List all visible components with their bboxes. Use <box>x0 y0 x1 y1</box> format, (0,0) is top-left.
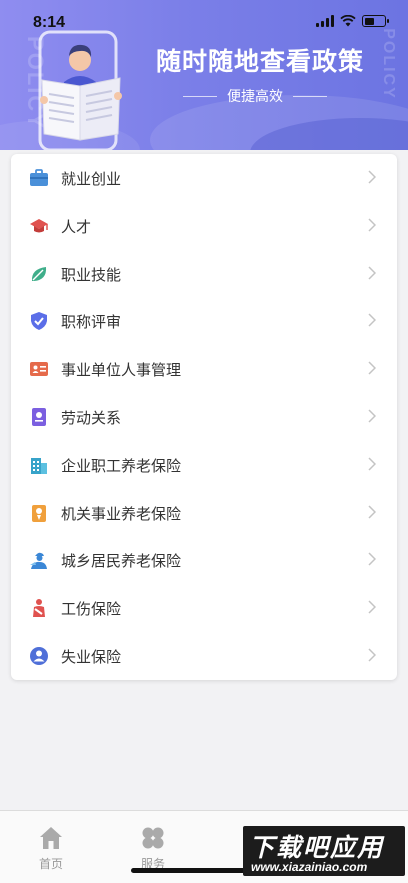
graduation-cap-icon <box>30 218 48 233</box>
status-icons <box>316 15 389 27</box>
shield-check-icon <box>31 312 47 331</box>
menu-item-unemployment-insurance[interactable]: 失业保险 <box>11 632 397 680</box>
menu-item-talent[interactable]: 人才 <box>11 202 397 250</box>
menu-item-title-evaluation[interactable]: 职称评审 <box>11 297 397 345</box>
contract-icon <box>32 408 46 426</box>
menu-item-label: 工伤保险 <box>61 600 122 619</box>
injured-person-icon <box>33 599 45 618</box>
tab-label: 首页 <box>38 857 63 871</box>
watermark-url: www.xiazainiao.com <box>251 860 368 874</box>
menu-item-employment[interactable]: 就业创业 <box>11 154 397 202</box>
menu-item-label: 机关事业养老保险 <box>61 504 182 523</box>
policy-watermark-right: POLICY <box>379 28 397 100</box>
menu-item-enterprise-pension[interactable]: 企业职工养老保险 <box>11 441 397 489</box>
chevron-right-icon <box>368 313 376 327</box>
person-circle-icon <box>30 647 48 665</box>
chevron-right-icon <box>368 505 376 519</box>
reading-person-illustration <box>38 30 122 150</box>
menu-item-label: 城乡居民养老保险 <box>61 552 182 571</box>
chevron-right-icon <box>368 457 376 471</box>
menu-item-label: 就业创业 <box>61 170 122 188</box>
menu-item-label: 企业职工养老保险 <box>61 456 182 475</box>
chevron-right-icon <box>368 600 376 614</box>
battery-icon <box>362 15 389 27</box>
menu-item-label: 职称评审 <box>61 313 122 332</box>
chevron-right-icon <box>368 266 376 280</box>
menu-item-labor-relations[interactable]: 劳动关系 <box>11 393 397 441</box>
header-banner: POLICY POLICY 8:14 随时随地查看政策 便捷高效 <box>0 0 408 150</box>
chevron-right-icon <box>368 409 376 423</box>
divider-line <box>183 95 217 97</box>
menu-item-label: 劳动关系 <box>61 409 122 427</box>
watermark-text: 下载吧应用 <box>249 833 385 862</box>
tab-home[interactable]: 首页 <box>20 811 80 871</box>
chevron-right-icon <box>368 170 376 184</box>
building-icon <box>31 457 47 474</box>
hero-subtitle: 便捷高效 <box>180 86 330 106</box>
menu-item-label: 人才 <box>61 217 92 236</box>
signal-icon <box>316 15 334 27</box>
menu-item-vocational-skills[interactable]: 职业技能 <box>11 250 397 298</box>
hero-title: 随时随地查看政策 <box>155 47 364 76</box>
clover-grid-icon <box>142 827 164 849</box>
chevron-right-icon <box>368 552 376 566</box>
hero-subtitle-text: 便捷高效 <box>227 89 283 105</box>
policy-category-list: 就业创业 人才 职业技能 职称评审 事业单位人事管理 劳动关系 企业职工养老保险… <box>11 154 397 680</box>
menu-item-label: 事业单位人事管理 <box>61 361 182 380</box>
menu-item-resident-pension[interactable]: 城乡居民养老保险 <box>11 536 397 584</box>
id-card-icon <box>30 362 48 377</box>
tab-service[interactable]: 服务 <box>122 811 182 871</box>
briefcase-icon <box>30 169 48 186</box>
menu-item-label: 失业保险 <box>61 648 122 666</box>
site-watermark: 下载吧应用 www.xiazainiao.com <box>243 826 405 876</box>
chevron-right-icon <box>368 648 376 662</box>
menu-item-work-injury-insurance[interactable]: 工伤保险 <box>11 584 397 632</box>
menu-item-public-institution-hr[interactable]: 事业单位人事管理 <box>11 345 397 393</box>
home-icon <box>40 827 62 849</box>
wifi-icon <box>340 15 356 27</box>
divider-line <box>293 95 327 97</box>
chevron-right-icon <box>368 218 376 232</box>
badge-person-icon <box>32 504 46 522</box>
menu-item-label: 职业技能 <box>61 265 122 284</box>
menu-item-government-pension[interactable]: 机关事业养老保险 <box>11 489 397 537</box>
worker-icon <box>30 553 47 570</box>
chevron-right-icon <box>368 361 376 375</box>
leaf-icon <box>31 266 47 281</box>
